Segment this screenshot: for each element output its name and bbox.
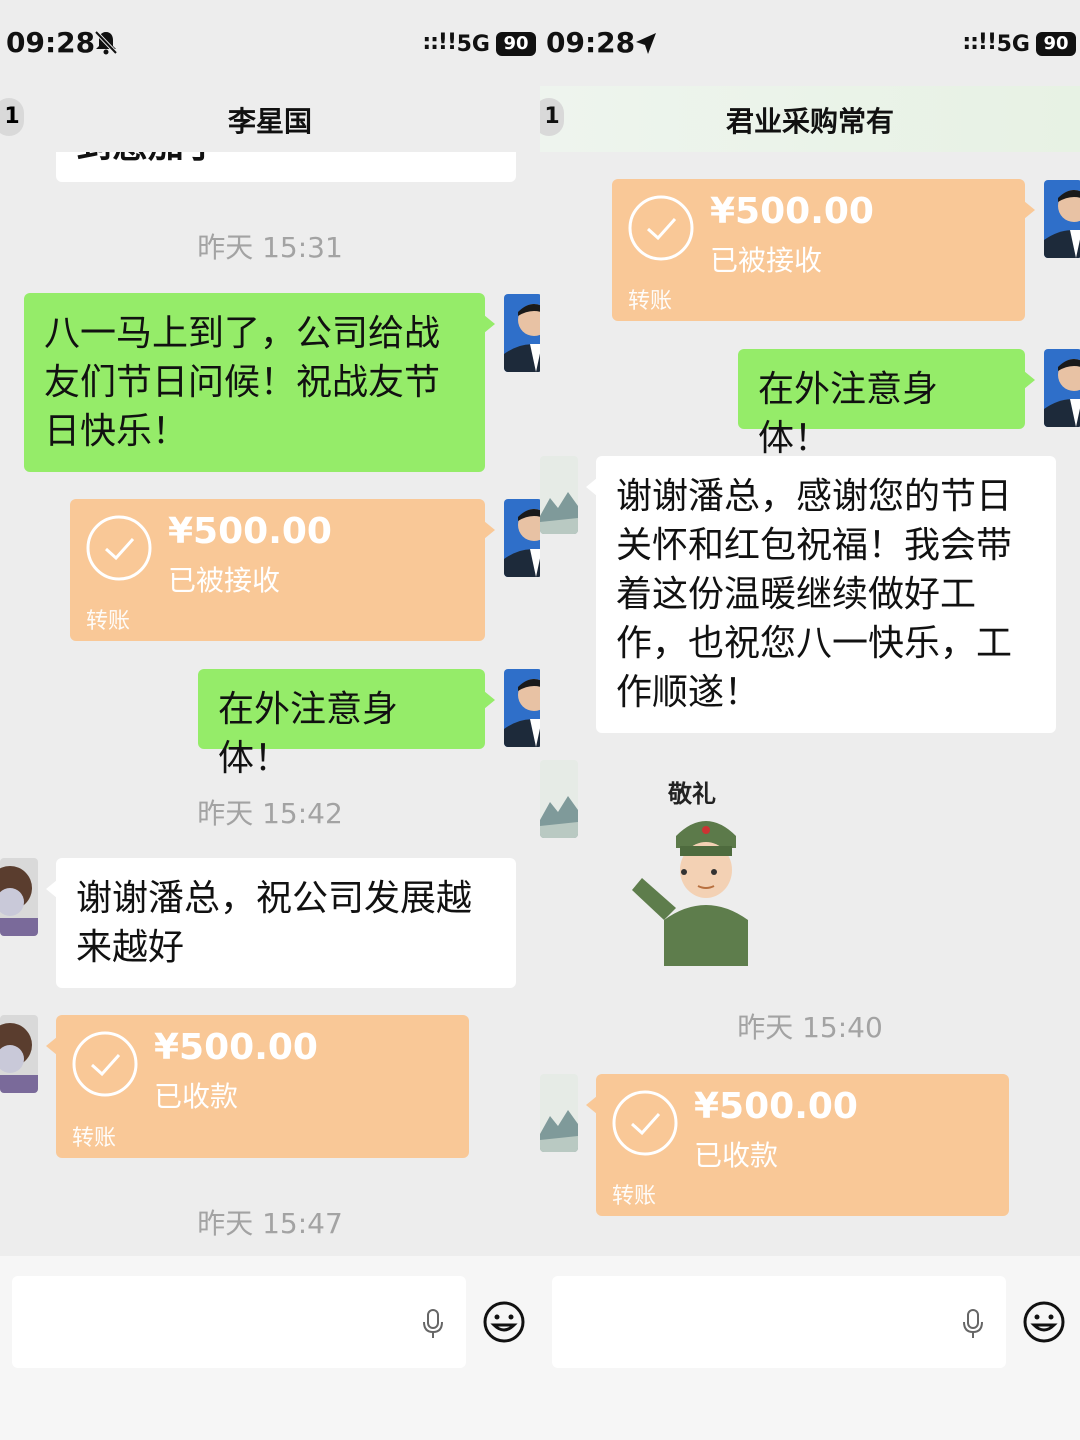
chat-title: 君业采购常有	[725, 105, 894, 138]
transfer-amount: ¥500.00	[154, 1027, 318, 1068]
transfer-amount: ¥500.00	[710, 191, 874, 232]
salute-sticker[interactable]: 敬礼	[624, 770, 764, 966]
avatar-contact[interactable]	[0, 858, 38, 936]
take-care-message[interactable]: 在外注意身体！	[738, 349, 1035, 459]
signal-strength: ::!!	[962, 30, 997, 55]
battery-level: 90	[496, 32, 536, 56]
input-bar	[540, 1256, 1080, 1440]
battery-level: 90	[1036, 32, 1076, 56]
status-time: 09:28	[6, 26, 96, 59]
timestamp: 昨天 15:47	[197, 1207, 343, 1240]
transfer-state: 已被接收	[168, 564, 281, 597]
avatar-contact[interactable]	[540, 456, 578, 534]
microphone-icon[interactable]	[420, 1308, 446, 1340]
transfer-label: 转账	[628, 289, 673, 314]
status-time: 09:28	[546, 26, 636, 59]
input-bar	[0, 1256, 540, 1440]
transfer-card-sent[interactable]: ¥500.00 已被接收 转账	[70, 499, 495, 641]
check-circle-icon	[72, 1031, 138, 1097]
microphone-icon[interactable]	[960, 1308, 986, 1340]
check-circle-icon	[628, 195, 694, 261]
message-input[interactable]	[12, 1276, 466, 1368]
message-input[interactable]	[552, 1276, 1006, 1368]
smiley-icon[interactable]	[1022, 1300, 1066, 1344]
transfer-label: 转账	[612, 1184, 657, 1209]
avatar-contact[interactable]	[540, 1074, 578, 1152]
contact-reply-message[interactable]: 谢谢潘总，祝公司发展越来越好	[46, 858, 516, 988]
chat-header: 1 君业采购常有	[540, 86, 1080, 152]
location-arrow-icon	[636, 33, 656, 54]
avatar-self[interactable]	[504, 499, 540, 577]
transfer-amount: ¥500.00	[694, 1086, 858, 1127]
avatar-contact[interactable]	[540, 760, 578, 838]
contact-reply-message[interactable]: 谢谢潘总，感谢您的节日关怀和红包祝福！我会带着这份温暖继续做好工作，也祝您八一快…	[586, 456, 1056, 733]
timestamp: 昨天 15:31	[197, 231, 343, 264]
header-mask: 1 李星国	[0, 86, 540, 152]
network-type: 5G	[996, 32, 1030, 57]
status-bar: 09:28 ::!! 5G 90	[0, 0, 540, 86]
signal-strength: ::!!	[422, 30, 457, 55]
bell-off-icon	[94, 30, 118, 55]
transfer-label: 转账	[86, 609, 131, 634]
right-chat-screenshot: 09:28 ::!! 5G 90 1 君业采购常有 ¥500.00 已被接收 转…	[540, 0, 1080, 1440]
take-care-message[interactable]: 在外注意身体！	[198, 669, 495, 779]
chat-title-text: 李星国	[227, 105, 312, 138]
status-bar: 09:28 ::!! 5G 90	[540, 0, 1080, 86]
transfer-card-sent[interactable]: ¥500.00 已被接收 转账	[612, 179, 1035, 321]
check-circle-icon	[612, 1090, 678, 1156]
timestamp: 昨天 15:40	[737, 1011, 883, 1044]
timestamp: 昨天 15:42	[197, 797, 343, 830]
avatar-contact[interactable]	[0, 1015, 38, 1093]
avatar-self[interactable]	[1044, 349, 1080, 427]
transfer-state: 已收款	[694, 1139, 779, 1172]
greeting-message[interactable]: 八一马上到了，公司给战友们节日问候！祝战友节日快乐！	[24, 293, 495, 472]
transfer-label: 转账	[72, 1126, 117, 1151]
transfer-card-received[interactable]: ¥500.00 已收款 转账	[586, 1074, 1009, 1216]
network-type: 5G	[456, 32, 490, 57]
transfer-card-received[interactable]: ¥500.00 已收款 转账	[46, 1015, 469, 1158]
transfer-state: 已被接收	[710, 244, 823, 277]
left-chat-screenshot: 09:28 ::!! 5G 90 1 李星国 到惠加了 1 李星国 昨天 15:…	[0, 0, 540, 1440]
avatar-self[interactable]	[1044, 180, 1080, 258]
transfer-state: 已收款	[154, 1080, 239, 1113]
soldier-icon	[632, 821, 748, 966]
avatar-self[interactable]	[504, 294, 540, 372]
transfer-amount: ¥500.00	[168, 511, 332, 552]
check-circle-icon	[86, 515, 152, 581]
smiley-icon[interactable]	[482, 1300, 526, 1344]
avatar-self[interactable]	[504, 669, 540, 747]
